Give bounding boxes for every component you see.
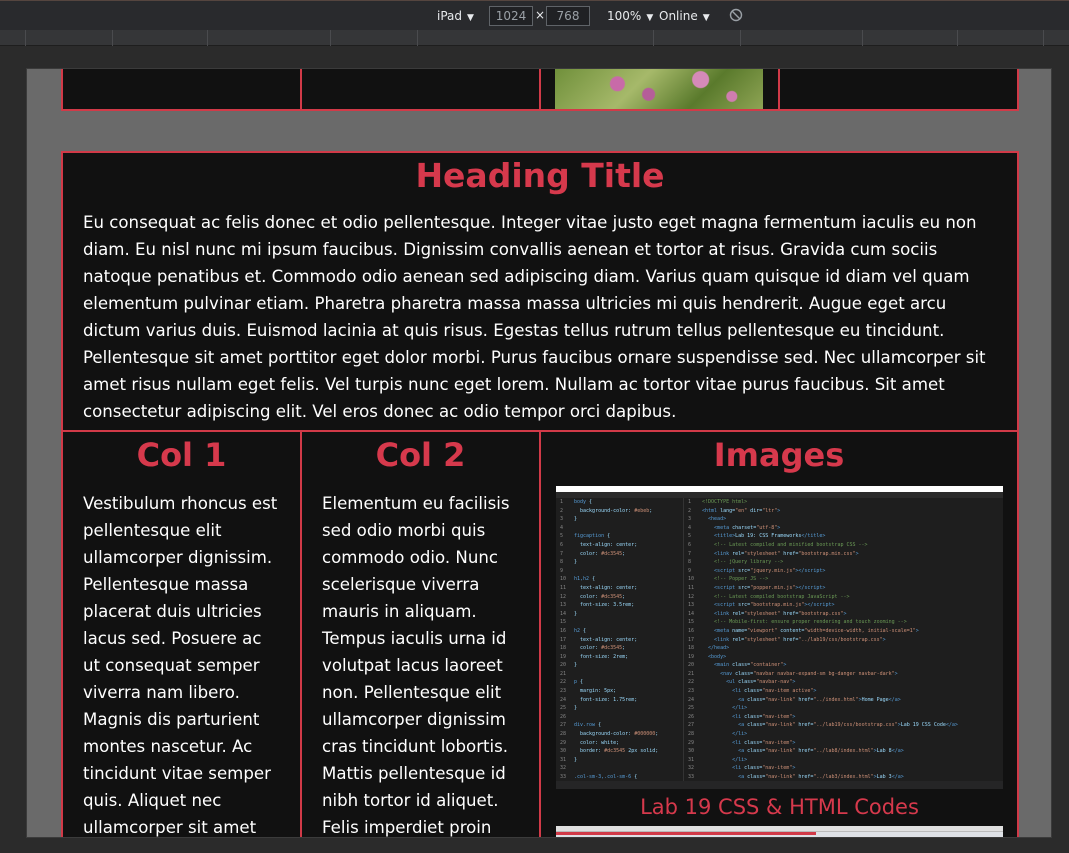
- ruler-segment[interactable]: [25, 30, 26, 46]
- zoom-select[interactable]: 100% ▼: [607, 9, 653, 23]
- image-caption: Lab 19 CSS & HTML Codes: [640, 795, 919, 819]
- device-viewport: Heading Title Eu consequat ac felis done…: [26, 68, 1052, 838]
- previous-row: [61, 69, 1019, 111]
- ruler-segment[interactable]: [957, 30, 958, 46]
- chevron-down-icon: ▼: [467, 13, 474, 23]
- images-title: Images: [713, 436, 845, 474]
- media-query-ruler: [0, 30, 1069, 46]
- previous-col-1: [63, 69, 302, 109]
- intro-paragraph: Eu consequat ac felis donec et odio pell…: [83, 213, 986, 421]
- previous-col-4: [780, 69, 1017, 109]
- rotate-icon[interactable]: [729, 8, 743, 22]
- flower-image: [555, 69, 763, 109]
- column-1-text: Vestibulum rhoncus est pellentesque elit…: [83, 494, 278, 837]
- browser-screenshot: [556, 826, 1003, 837]
- ruler-segment[interactable]: [653, 30, 654, 46]
- chevron-down-icon: ▼: [646, 13, 654, 23]
- ruler-segment[interactable]: [112, 30, 113, 46]
- images-column: Images 1 body { 2 background-color: #ebeb…: [541, 432, 1017, 837]
- columns-row: Col 1 Vestibulum rhoncus est pellentesqu…: [63, 430, 1017, 837]
- column-2: Col 2 Elementum eu facilisis sed odio mo…: [302, 432, 541, 837]
- height-input[interactable]: 768: [546, 6, 590, 26]
- column-2-title: Col 2: [375, 436, 466, 474]
- zoom-label: 100%: [607, 9, 642, 23]
- network-throttle-select[interactable]: Online ▼: [659, 9, 710, 23]
- device-label: iPad: [437, 9, 463, 23]
- column-1-title: Col 1: [136, 436, 227, 474]
- dimension-separator: ×: [535, 8, 546, 22]
- ruler-segment[interactable]: [862, 30, 863, 46]
- column-1: Col 1 Vestibulum rhoncus est pellentesqu…: [63, 432, 302, 837]
- column-2-text: Elementum eu facilisis sed odio morbi qu…: [322, 494, 510, 837]
- previous-col-2: [302, 69, 541, 109]
- ruler-segment[interactable]: [1043, 30, 1044, 46]
- ruler-segment[interactable]: [207, 30, 208, 46]
- ruler-segment[interactable]: [330, 30, 331, 46]
- ruler-segment[interactable]: [417, 30, 418, 46]
- chevron-down-icon: ▼: [702, 13, 710, 23]
- network-label: Online: [659, 9, 698, 23]
- code-editor-screenshot: 1 body { 2 background-color: #ebeb; 3} 4 …: [556, 486, 1003, 789]
- device-toolbar: iPad ▼ 1024 × 768 100% ▼ Online ▼: [0, 0, 1069, 30]
- page-title: Heading Title: [415, 156, 665, 195]
- previous-col-3: [541, 69, 780, 109]
- content-section: Heading Title Eu consequat ac felis done…: [61, 151, 1019, 837]
- width-input[interactable]: 1024: [489, 6, 533, 26]
- device-select[interactable]: iPad ▼: [437, 9, 474, 23]
- ruler-segment[interactable]: [740, 30, 741, 46]
